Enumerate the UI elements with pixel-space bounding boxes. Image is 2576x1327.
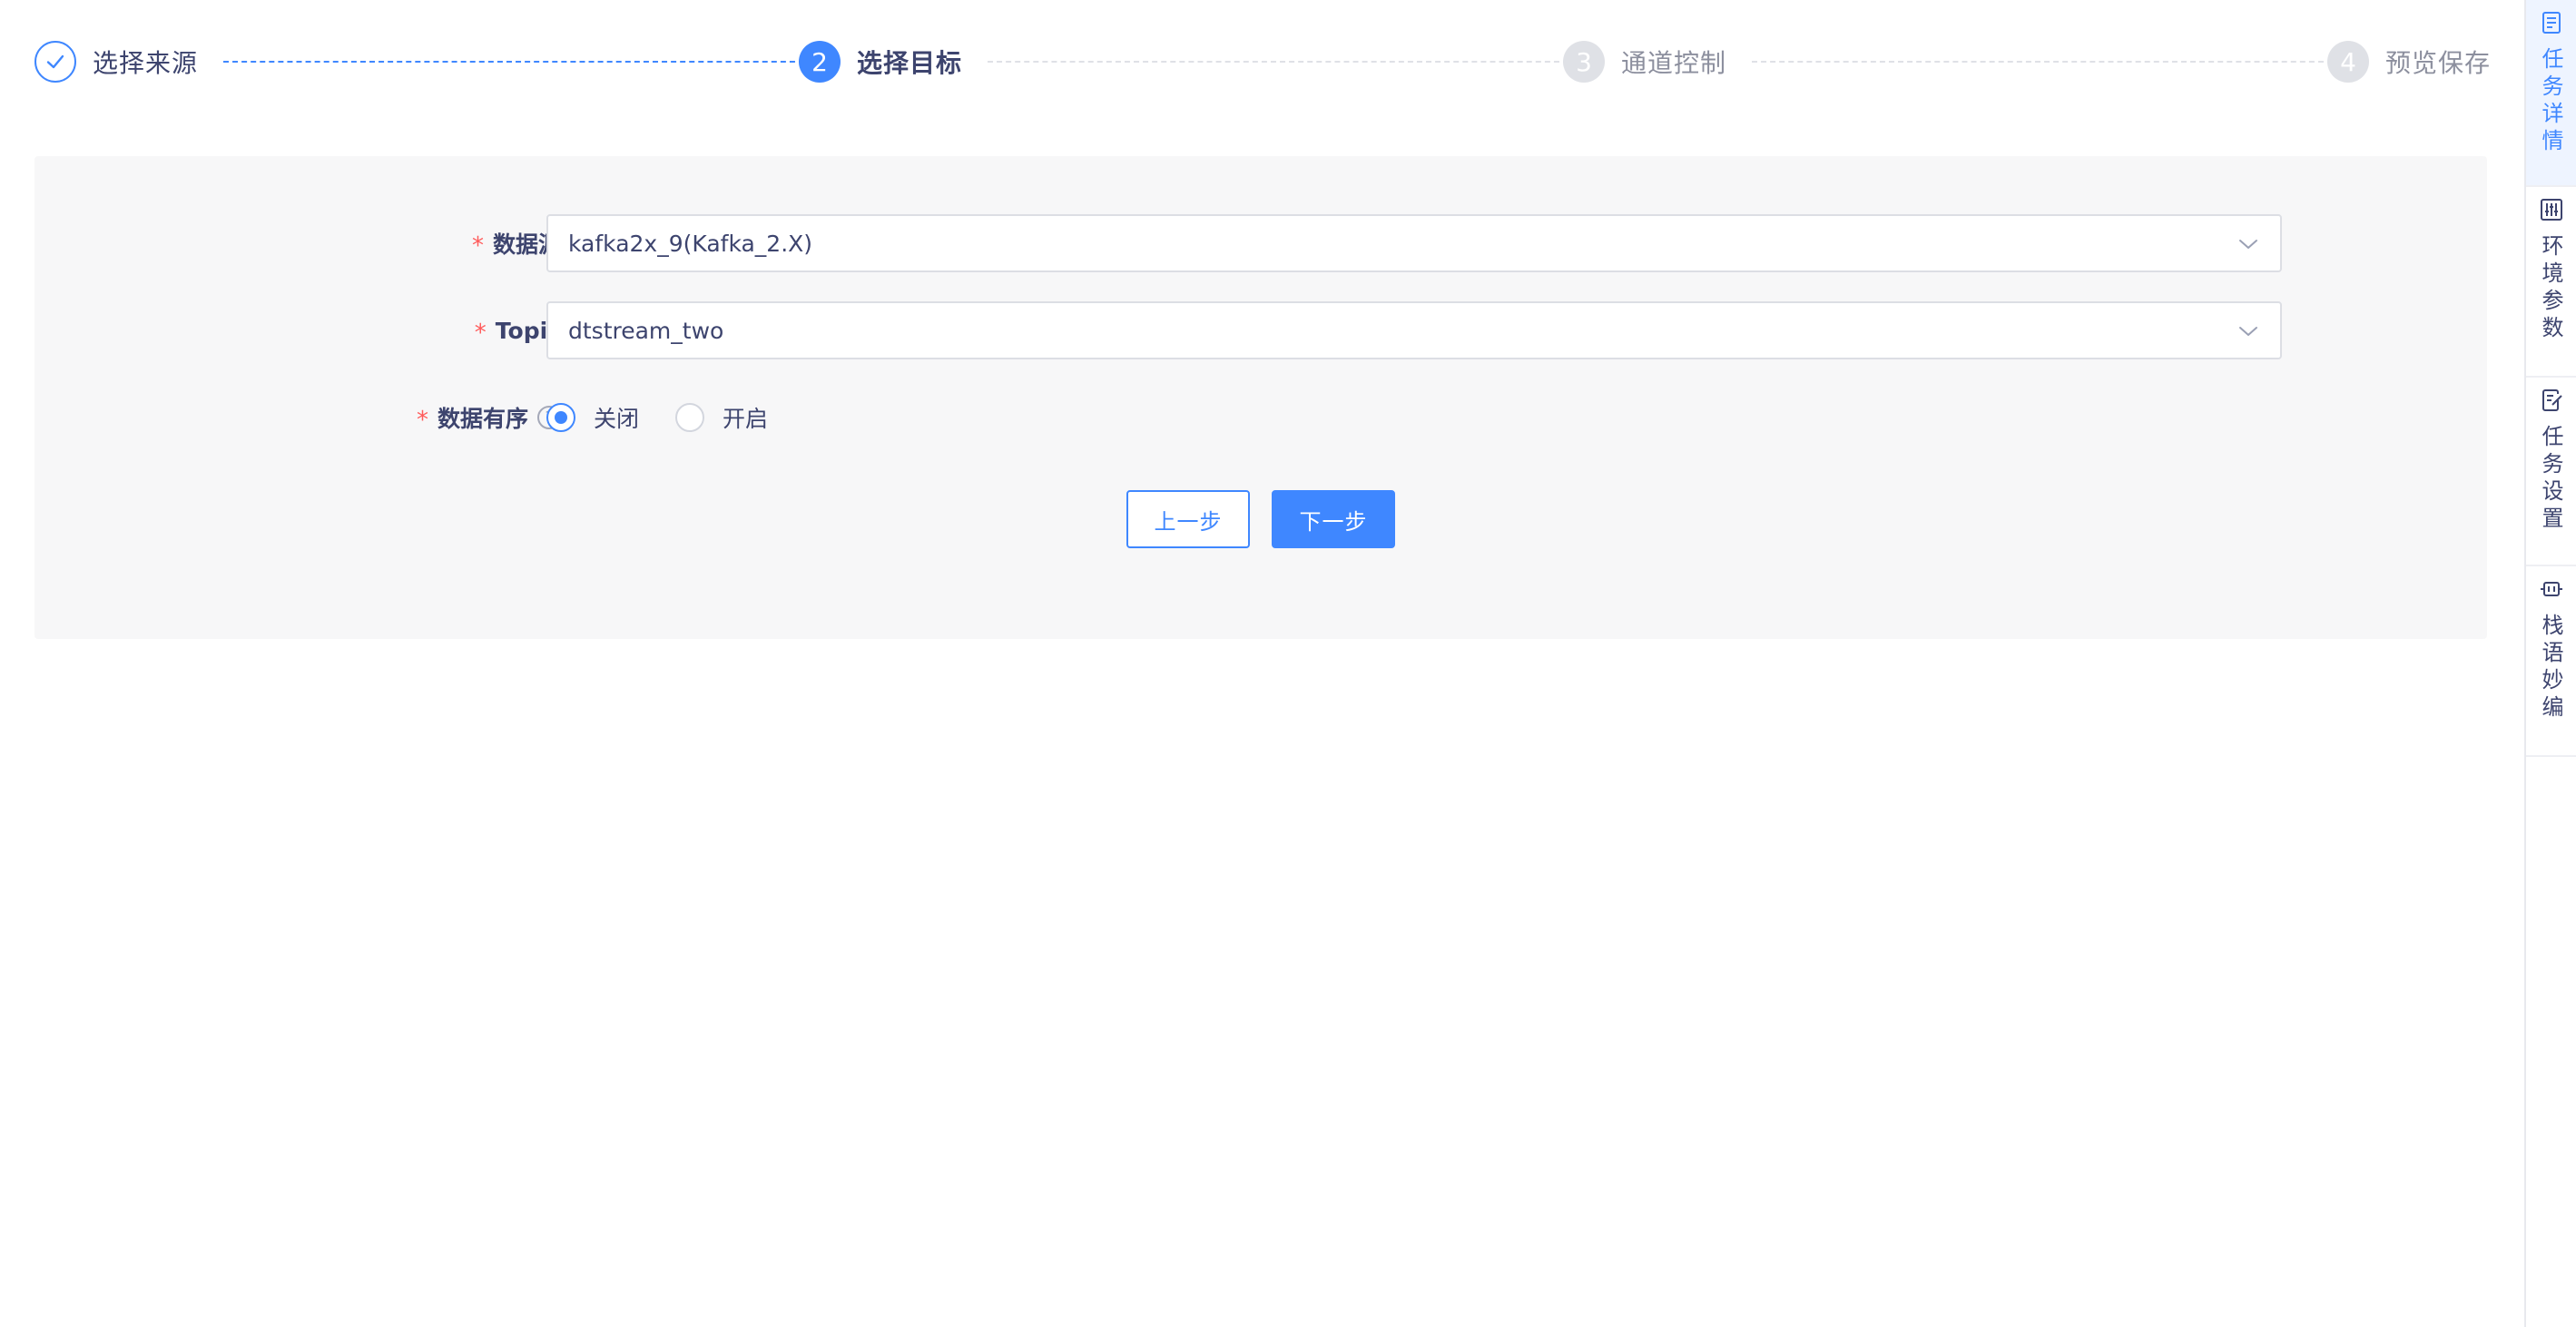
ordered-label-text: 数据有序 bbox=[437, 406, 528, 432]
sidebar-label: 任务详情 bbox=[2538, 47, 2563, 156]
step-label: 通道控制 bbox=[1621, 48, 1727, 78]
step-label: 选择目标 bbox=[857, 48, 963, 78]
sliders-icon bbox=[2540, 199, 2562, 221]
required-mark: * bbox=[474, 319, 487, 347]
sidebar-item-env-params[interactable]: 环境参数 bbox=[2526, 187, 2576, 378]
step-connector bbox=[223, 61, 804, 63]
radio-option-on[interactable]: 开启 bbox=[675, 401, 768, 434]
sidebar-label: 任务设置 bbox=[2538, 425, 2563, 534]
step-connector bbox=[988, 61, 1568, 63]
radio-option-off[interactable]: 关闭 bbox=[546, 401, 639, 434]
form-row-ordered: * 数据有序 ? 关闭 开启 bbox=[34, 388, 2487, 447]
step-number: 3 bbox=[1563, 41, 1605, 83]
radio-button-checked[interactable] bbox=[546, 403, 575, 432]
chevron-down-icon bbox=[2239, 327, 2257, 336]
step-label: 选择来源 bbox=[93, 48, 199, 78]
sidebar-item-task-details[interactable]: 任务详情 bbox=[2526, 0, 2576, 187]
topic-value: dtstream_two bbox=[568, 317, 724, 344]
datasource-value: kafka2x_9(Kafka_2.X) bbox=[568, 230, 813, 257]
ordered-radio-group: 关闭 开启 bbox=[546, 388, 804, 447]
step-preview-save[interactable]: 4 预览保存 bbox=[2327, 36, 2491, 87]
step-channel-control[interactable]: 3 通道控制 bbox=[1563, 36, 1726, 87]
edit-document-icon bbox=[2542, 389, 2562, 411]
step-number: 2 bbox=[799, 41, 841, 83]
datasource-select[interactable]: kafka2x_9(Kafka_2.X) bbox=[546, 214, 2282, 272]
radio-button[interactable] bbox=[675, 403, 705, 432]
form-row-topic: * Topic dtstream_two bbox=[34, 301, 2487, 359]
radio-label: 关闭 bbox=[594, 406, 640, 432]
form-row-datasource: * 数据源 kafka2x_9(Kafka_2.X) bbox=[34, 214, 2487, 272]
form-panel: * 数据源 kafka2x_9(Kafka_2.X) * Topic dtstr… bbox=[34, 156, 2487, 639]
sidebar-label: 栈语妙编 bbox=[2538, 614, 2563, 722]
step-number: 4 bbox=[2327, 41, 2369, 83]
radio-label: 开启 bbox=[723, 406, 769, 432]
code-icon bbox=[2540, 582, 2562, 596]
right-sidebar: 任务详情 环境参数 任务设置 栈语妙编 bbox=[2524, 0, 2576, 1327]
chevron-down-icon bbox=[2239, 240, 2257, 249]
next-step-button[interactable]: 下一步 bbox=[1272, 490, 1395, 548]
check-icon bbox=[34, 41, 76, 83]
sidebar-item-task-settings[interactable]: 任务设置 bbox=[2526, 378, 2576, 566]
topic-select[interactable]: dtstream_two bbox=[546, 301, 2282, 359]
step-select-source[interactable]: 选择来源 bbox=[34, 36, 198, 87]
step-connector bbox=[1752, 61, 2333, 63]
sidebar-item-code-editor[interactable]: 栈语妙编 bbox=[2526, 566, 2576, 757]
required-mark: * bbox=[416, 407, 428, 434]
step-label: 预览保存 bbox=[2385, 48, 2492, 78]
sidebar-label: 环境参数 bbox=[2538, 234, 2563, 343]
document-icon bbox=[2542, 12, 2561, 34]
required-mark: * bbox=[471, 232, 484, 260]
main-content: 选择来源 2 选择目标 3 通道控制 4 预览保存 * 数据源 kafka2x_… bbox=[0, 0, 2524, 1327]
ordered-label: * 数据有序 ? bbox=[417, 388, 561, 447]
step-select-target[interactable]: 2 选择目标 bbox=[799, 36, 962, 87]
prev-step-button[interactable]: 上一步 bbox=[1126, 490, 1250, 548]
steps-bar: 选择来源 2 选择目标 3 通道控制 4 预览保存 bbox=[34, 36, 2490, 87]
